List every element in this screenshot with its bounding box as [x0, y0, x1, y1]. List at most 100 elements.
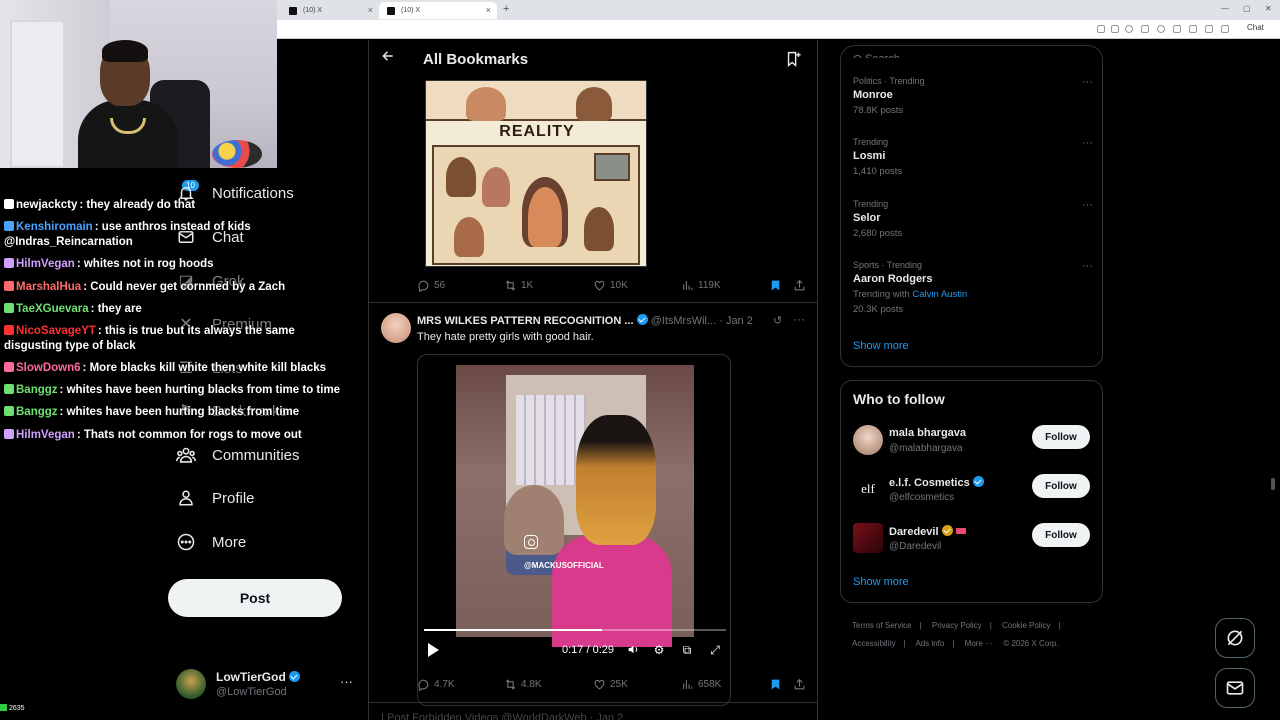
grok-explain-icon[interactable]: ↺ [773, 314, 782, 327]
downloads-icon[interactable] [1189, 25, 1197, 33]
streamer-body [78, 100, 178, 168]
nav-profile[interactable]: Profile [176, 488, 255, 508]
views-button[interactable]: 119K [681, 279, 721, 292]
like-button[interactable]: 25K [593, 678, 628, 691]
repost-button[interactable]: 4.8K [504, 678, 542, 691]
close-tab-icon[interactable]: × [368, 5, 373, 15]
back-arrow-icon[interactable] [381, 48, 395, 68]
nav-communities[interactable]: Communities [176, 445, 300, 465]
follow-button[interactable]: Follow [1032, 474, 1090, 498]
close-window-icon[interactable]: ✕ [1265, 4, 1272, 13]
new-tab-icon[interactable]: + [503, 3, 509, 15]
trends-show-more-link[interactable]: Show more [853, 340, 909, 352]
trend-more-icon[interactable]: ··· [1082, 76, 1093, 88]
trends-card: Politics · Trending Monroe 78.8K posts ·… [840, 58, 1103, 367]
repost-button[interactable]: 1K [504, 279, 533, 292]
avatar [176, 669, 206, 699]
video-player[interactable]: @MACKUSOFFICIAL 0:17 / 0:29 ⚙ ⧉ ⤢ [417, 354, 731, 706]
tab-title: (10) X [401, 7, 421, 14]
chat-username: Kenshiromain [16, 221, 93, 234]
nav-more[interactable]: More [176, 532, 246, 552]
trend-item[interactable]: Politics · Trending Monroe 78.8K posts ·… [853, 76, 1093, 116]
trend-more-icon[interactable]: ··· [1082, 260, 1093, 272]
reply-button[interactable]: 56 [417, 279, 445, 292]
page-scrollbar[interactable] [1271, 478, 1275, 490]
chat-message: HilmVegan: Thats not common for rogs to … [4, 424, 354, 446]
next-tweet-preview[interactable]: I Post Forbidden Videos @WorldDarkWeb · … [381, 712, 811, 720]
zoom-icon[interactable] [1111, 25, 1119, 33]
trend-item[interactable]: Sports · Trending Aaron Rodgers Trending… [853, 260, 1093, 315]
avatar [853, 425, 883, 455]
avatar[interactable] [381, 313, 411, 343]
tweet-actions: 4.7K 4.8K 25K 658K [417, 678, 807, 696]
bookmarked-button[interactable] [769, 678, 782, 691]
tweet-author-name[interactable]: MRS WILKES PATTERN RECOGNITION ... [417, 315, 634, 327]
instagram-icon [524, 535, 538, 549]
footer-link-terms[interactable]: Terms of Service [852, 621, 912, 630]
chat-message: NicoSavageYT: this is true but its alway… [4, 325, 295, 353]
minimize-icon[interactable]: — [1221, 4, 1229, 13]
chat-text: Thats not common for rogs to move out [83, 428, 302, 441]
bookmarked-button[interactable] [769, 279, 782, 292]
footer-link-cookie[interactable]: Cookie Policy [1002, 621, 1050, 630]
star-icon[interactable] [1125, 25, 1133, 33]
who-to-follow-show-more-link[interactable]: Show more [853, 576, 909, 588]
tweet-image[interactable]: REALITY [425, 80, 647, 267]
trend-item[interactable]: Trending Losmi 1,410 posts ··· [853, 137, 1093, 177]
follow-button[interactable]: Follow [1032, 425, 1090, 449]
add-bookmark-folder-icon[interactable] [785, 50, 802, 68]
bookmark-bar-icon[interactable] [1173, 25, 1181, 33]
post-button[interactable]: Post [168, 579, 342, 617]
maximize-icon[interactable]: ▢ [1243, 4, 1251, 13]
x-logo-icon [387, 7, 395, 15]
browser-tab[interactable]: (10) X × [281, 2, 379, 19]
chat-text: whites have been hurting blacks from tim… [66, 406, 300, 419]
footer-link-more[interactable]: More ··· [965, 639, 993, 648]
trend-more-icon[interactable]: ··· [1082, 199, 1093, 211]
fullscreen-icon[interactable]: ⤢ [708, 643, 722, 657]
tweet-date[interactable]: · Jan 2 [719, 315, 753, 327]
copilot-chat-button[interactable]: Chat [1247, 23, 1264, 32]
play-icon[interactable] [428, 643, 439, 657]
tweet-divider [369, 702, 817, 703]
grok-fab-button[interactable] [1215, 618, 1255, 658]
trend-title: Monroe [853, 89, 893, 101]
refresh-icon[interactable] [1157, 25, 1165, 33]
follow-suggestion[interactable]: mala bhargava @malabhargava Follow [853, 425, 1093, 459]
trend-more-icon[interactable]: ··· [1082, 137, 1093, 149]
volume-icon[interactable] [626, 643, 640, 657]
video-progress-bar[interactable] [424, 629, 726, 631]
picture-in-picture-icon[interactable]: ⧉ [680, 643, 694, 657]
footer-links: Terms of Service | Privacy Policy | Cookie… [852, 621, 1061, 648]
close-tab-icon[interactable]: × [486, 5, 491, 15]
trend-item[interactable]: Trending Selor 2,680 posts ··· [853, 199, 1093, 239]
footer-link-accessibility[interactable]: Accessibility [852, 639, 896, 648]
tweet-author-handle[interactable]: @ItsMrsWil... [651, 315, 717, 327]
trend-context: Trending [853, 199, 889, 209]
follow-suggestion[interactable]: Daredevil @Daredevil Follow [853, 523, 1093, 557]
browser-tab-active[interactable]: (10) X × [379, 2, 497, 19]
follow-suggestion[interactable]: elf e.l.f. Cosmetics @elfcosmetics Follo… [853, 474, 1093, 508]
messages-fab-button[interactable] [1215, 668, 1255, 708]
chat-username: SlowDown6 [16, 362, 81, 375]
profile-icon[interactable] [1221, 25, 1229, 33]
reply-button[interactable]: 4.7K [417, 678, 455, 691]
account-more-icon[interactable]: ··· [340, 674, 353, 689]
chat-username: newjackcty [16, 199, 78, 211]
sidebar-icon[interactable] [1141, 25, 1149, 33]
extensions-puzzle-icon[interactable] [1205, 25, 1213, 33]
share-button[interactable] [793, 279, 806, 292]
account-switcher[interactable]: LowTierGod @LowTierGod ··· [176, 668, 356, 702]
trend-related-link[interactable]: Calvin Austin [912, 289, 967, 300]
settings-gear-icon[interactable]: ⚙ [652, 643, 666, 657]
share-button[interactable] [793, 678, 806, 691]
trend-title: Aaron Rodgers [853, 273, 933, 285]
views-button[interactable]: 658K [681, 678, 721, 691]
video-watermark: @MACKUSOFFICIAL [524, 561, 604, 570]
tweet-more-icon[interactable]: ··· [793, 312, 805, 326]
follow-button[interactable]: Follow [1032, 523, 1090, 547]
extension-icon[interactable] [1097, 25, 1105, 33]
like-button[interactable]: 10K [593, 279, 628, 292]
footer-link-privacy[interactable]: Privacy Policy [932, 621, 982, 630]
footer-link-ads-info[interactable]: Ads info [915, 639, 944, 648]
